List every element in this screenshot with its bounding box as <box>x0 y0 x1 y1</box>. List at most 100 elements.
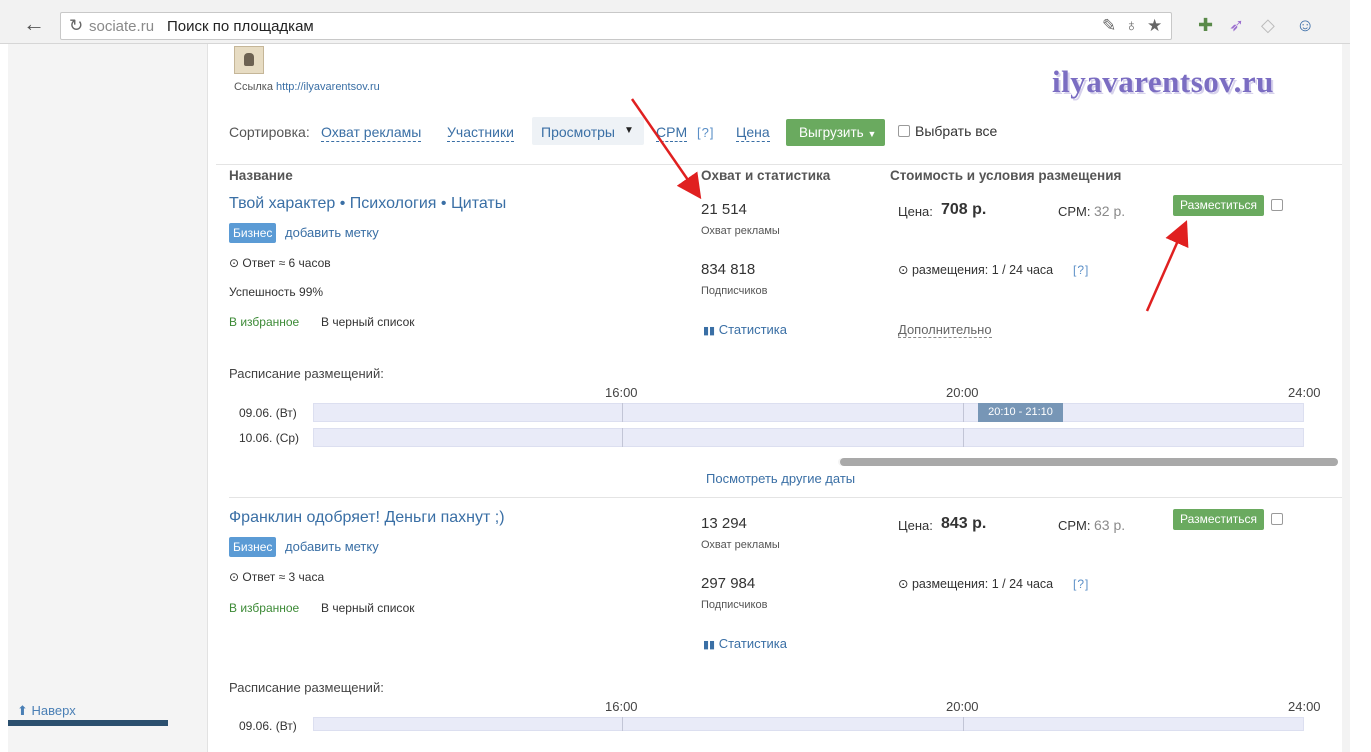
booked-slot[interactable]: 20:10 - 21:10 <box>978 403 1063 422</box>
url-domain: sociate.ru <box>89 18 155 35</box>
schedule-hour-label: 24:00 <box>1288 385 1321 400</box>
place-ad-button[interactable]: Разместиться <box>1173 509 1264 530</box>
owl-extension-icon[interactable]: ☺ <box>1296 15 1314 36</box>
clock-icon: ⊙ <box>898 577 909 591</box>
subscribers-value: 297 984 <box>701 575 756 592</box>
response-time: ⊙ Ответ ≈ 3 часа <box>229 570 325 584</box>
statistics-link[interactable]: ▮▮ Статистика <box>703 636 787 651</box>
listing-title-link[interactable]: Твой характер • Психология • Цитаты <box>229 195 506 213</box>
listing-title-link[interactable]: Франклин одобряет! Деньги пахнут ;) <box>229 509 505 527</box>
schedule-day-label: 09.06. (Вт) <box>239 719 297 733</box>
column-header-cost: Стоимость и условия размещения <box>890 168 1122 183</box>
category-badge: Бизнес <box>229 223 277 243</box>
caret-down-icon: ▼ <box>624 125 634 136</box>
feather-extension-icon[interactable]: ➶ <box>1229 15 1244 36</box>
subscribers-label: Подписчиков <box>701 285 768 297</box>
schedule-track[interactable] <box>313 717 1304 731</box>
schedule-title: Расписание размещений: <box>229 366 384 381</box>
schedule-day-label: 10.06. (Ср) <box>239 431 300 445</box>
annotation-arrow-place-button <box>1145 220 1189 312</box>
shield-extension-icon[interactable]: ◇ <box>1261 15 1275 36</box>
response-time: ⊙ Ответ ≈ 6 часов <box>229 256 331 270</box>
palette-extension-icon[interactable]: ✎ <box>1102 16 1116 36</box>
blacklist-link[interactable]: В черный список <box>321 601 415 615</box>
back-arrow-icon[interactable]: ← <box>22 13 46 38</box>
sidebar-footer-bar <box>8 720 168 726</box>
add-to-favorites-link[interactable]: В избранное <box>229 601 299 615</box>
price-label: Цена: <box>898 204 933 219</box>
export-button[interactable]: Выгрузить ▼ <box>786 119 885 146</box>
schedule-hour-label: 24:00 <box>1288 699 1321 714</box>
site-logo <box>234 46 264 74</box>
sort-option-reach[interactable]: Охват рекламы <box>321 124 422 142</box>
success-rate: Успешность 99% <box>229 285 324 299</box>
placements-help-link[interactable]: [?] <box>1073 577 1089 591</box>
select-all-checkbox[interactable] <box>898 125 910 137</box>
schedule-hour-label: 16:00 <box>605 385 638 400</box>
left-sidebar <box>8 44 208 752</box>
add-to-favorites-link[interactable]: В избранное <box>229 315 299 329</box>
schedule-hour-label: 20:00 <box>946 699 979 714</box>
caret-down-icon: ▼ <box>867 129 877 139</box>
price-label: Цена: <box>898 518 933 533</box>
add-tag-link[interactable]: добавить метку <box>285 539 379 554</box>
subscribers-value: 834 818 <box>701 261 756 278</box>
placements-info: ⊙ размещения: 1 / 24 часа <box>898 577 1054 591</box>
watermark: ilyavarentsov.ru <box>1052 64 1274 99</box>
logo-caption: Ссылка http://ilyavarentsov.ru <box>234 81 380 93</box>
arrow-up-icon: ⬆ <box>17 703 28 718</box>
schedule-scrollbar-thumb[interactable] <box>840 458 1338 466</box>
placements-info: ⊙ размещения: 1 / 24 часа <box>898 263 1054 277</box>
place-ad-button[interactable]: Разместиться <box>1173 195 1264 216</box>
sort-option-views-label: Просмотры <box>541 124 615 140</box>
reach-value: 13 294 <box>701 515 747 532</box>
select-all-label: Выбрать все <box>915 123 998 139</box>
subscribers-label: Подписчиков <box>701 599 768 611</box>
sort-option-cpm[interactable]: CPM <box>656 124 688 142</box>
schedule-hour-tick <box>622 717 623 731</box>
annotation-arrow-reach <box>630 98 702 200</box>
cpm-label: CPM: <box>1058 518 1091 533</box>
statistics-link[interactable]: ▮▮ Статистика <box>703 322 787 337</box>
bookmark-star-icon[interactable]: ★ <box>1147 16 1162 36</box>
schedule-hour-label: 16:00 <box>605 699 638 714</box>
schedule-track[interactable] <box>313 428 1304 447</box>
clock-icon: ⊙ <box>229 256 240 270</box>
listing-select-checkbox[interactable] <box>1271 199 1283 211</box>
column-header-name: Название <box>229 168 293 183</box>
clock-icon: ⊙ <box>229 570 240 584</box>
blacklist-link[interactable]: В черный список <box>321 315 415 329</box>
cpm-help-link[interactable]: [?] <box>697 125 714 140</box>
address-bar[interactable]: ↻ sociate.ru Поиск по площадкам ✎ ♁ ★ <box>60 12 1172 40</box>
page-scrollbar[interactable] <box>1342 44 1350 752</box>
cpm-label: CPM: <box>1058 204 1091 219</box>
divider <box>229 497 1342 498</box>
back-to-top-link[interactable]: ⬆ Наверх <box>17 703 76 719</box>
sort-option-members[interactable]: Участники <box>447 124 514 142</box>
schedule-hour-tick <box>963 428 964 447</box>
schedule-hour-tick <box>622 403 623 422</box>
lightbulb-icon[interactable]: ♁ <box>1125 16 1138 36</box>
clock-icon: ⊙ <box>898 263 909 277</box>
site-link[interactable]: http://ilyavarentsov.ru <box>276 81 380 93</box>
listing-select-checkbox[interactable] <box>1271 513 1283 525</box>
cpm-value: 63 р. <box>1094 517 1126 533</box>
browser-toolbar: ← ↻ sociate.ru Поиск по площадкам ✎ ♁ ★ … <box>0 0 1350 44</box>
schedule-track[interactable] <box>313 403 1304 422</box>
more-details-link[interactable]: Дополнительно <box>898 322 992 338</box>
extension-tools-icon[interactable]: ✚ <box>1198 15 1213 36</box>
add-tag-link[interactable]: добавить метку <box>285 225 379 240</box>
reach-label: Охват рекламы <box>701 225 780 237</box>
reload-icon[interactable]: ↻ <box>69 16 83 36</box>
sort-label: Сортировка: <box>229 124 310 140</box>
schedule-hour-tick <box>963 403 964 422</box>
schedule-hour-tick <box>622 428 623 447</box>
other-dates-link[interactable]: Посмотреть другие даты <box>706 471 855 486</box>
price-value: 843 р. <box>941 515 987 532</box>
reach-value: 21 514 <box>701 201 747 218</box>
sort-option-price[interactable]: Цена <box>736 124 770 142</box>
placements-help-link[interactable]: [?] <box>1073 263 1089 277</box>
schedule-title: Расписание размещений: <box>229 680 384 695</box>
cpm-value: 32 р. <box>1094 203 1126 219</box>
bar-chart-icon: ▮▮ <box>703 639 716 651</box>
